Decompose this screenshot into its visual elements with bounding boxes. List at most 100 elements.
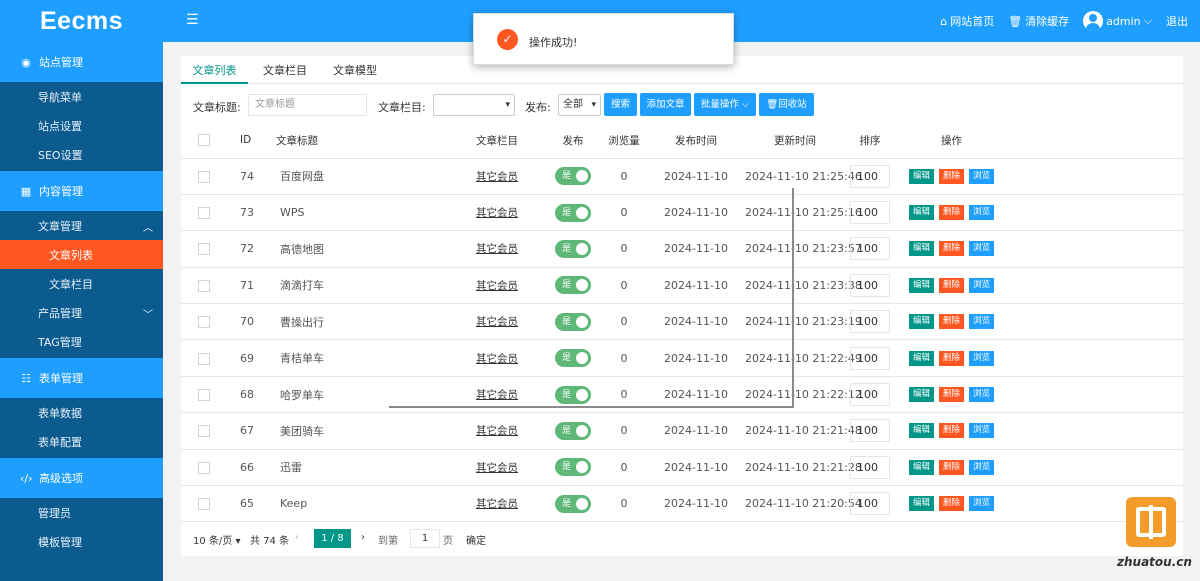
search-button[interactable]: 搜索 bbox=[604, 93, 637, 116]
prev-page-icon[interactable]: ‹ bbox=[295, 532, 299, 543]
row-category-link[interactable]: 其它会员 bbox=[476, 243, 518, 255]
edit-button[interactable]: 编辑 bbox=[909, 277, 935, 293]
col-header-views[interactable]: 浏览量 bbox=[601, 123, 647, 159]
select-all-checkbox[interactable] bbox=[198, 134, 210, 147]
sidebar-item-form-config[interactable]: 表单配置 bbox=[0, 427, 163, 456]
sidebar-item-template-mgmt[interactable]: 模板管理 bbox=[0, 527, 163, 556]
row-checkbox[interactable] bbox=[198, 170, 210, 183]
sort-input[interactable]: 100 bbox=[850, 273, 890, 297]
clear-cache-link[interactable]: 🗑 清除缓存 bbox=[1008, 13, 1069, 29]
sort-input[interactable]: 100 bbox=[850, 310, 890, 334]
view-button[interactable]: 浏览 bbox=[969, 205, 995, 221]
row-checkbox[interactable] bbox=[198, 389, 210, 402]
site-home-link[interactable]: ⌂ 网站首页 bbox=[940, 13, 994, 29]
edit-button[interactable]: 编辑 bbox=[909, 241, 935, 257]
sort-input[interactable]: 100 bbox=[850, 492, 890, 516]
delete-button[interactable]: 删除 bbox=[939, 496, 965, 512]
sidebar-group-site[interactable]: ◉ 站点管理 bbox=[0, 42, 163, 82]
col-header-update-time[interactable]: 更新时间 bbox=[745, 123, 845, 159]
sidebar-item-nav-menu[interactable]: 导航菜单 bbox=[0, 82, 163, 111]
view-button[interactable]: 浏览 bbox=[969, 496, 995, 512]
publish-toggle[interactable]: 是 bbox=[555, 167, 591, 186]
view-button[interactable]: 浏览 bbox=[969, 277, 995, 293]
sort-input[interactable]: 100 bbox=[850, 201, 890, 225]
row-checkbox[interactable] bbox=[198, 498, 210, 511]
delete-button[interactable]: 删除 bbox=[939, 459, 965, 475]
sidebar-item-admin[interactable]: 管理员 bbox=[0, 498, 163, 527]
app-logo[interactable]: Eecms bbox=[0, 0, 163, 42]
row-category-link[interactable]: 其它会员 bbox=[476, 462, 518, 474]
sidebar-group-advanced[interactable]: ‹/› 高级选项 bbox=[0, 458, 163, 498]
delete-button[interactable]: 删除 bbox=[939, 205, 965, 221]
row-checkbox[interactable] bbox=[198, 316, 210, 329]
delete-button[interactable]: 删除 bbox=[939, 350, 965, 366]
sort-input[interactable]: 100 bbox=[850, 383, 890, 407]
category-select[interactable]: ▾ bbox=[433, 94, 515, 116]
tab-article-list[interactable]: 文章列表 bbox=[181, 56, 248, 84]
col-header-sort[interactable]: 排序 bbox=[845, 123, 895, 159]
next-page-icon[interactable]: › bbox=[361, 532, 365, 543]
row-checkbox[interactable] bbox=[198, 243, 210, 256]
col-header-publish[interactable]: 发布 bbox=[545, 123, 601, 159]
publish-toggle[interactable]: 是 bbox=[555, 276, 591, 295]
logout-link[interactable]: 退出 bbox=[1166, 13, 1188, 29]
row-checkbox[interactable] bbox=[198, 279, 210, 292]
publish-toggle[interactable]: 是 bbox=[555, 239, 591, 258]
sidebar-item-site-settings[interactable]: 站点设置 bbox=[0, 111, 163, 140]
menu-fold-icon[interactable]: ☰ bbox=[186, 12, 199, 28]
edit-button[interactable]: 编辑 bbox=[909, 387, 935, 403]
edit-button[interactable]: 编辑 bbox=[909, 459, 935, 475]
sidebar-item-form-data[interactable]: 表单数据 bbox=[0, 398, 163, 427]
title-search-input[interactable]: 文章标题 bbox=[248, 94, 367, 116]
sidebar-item-product-mgmt[interactable]: 产品管理 ﹀ bbox=[0, 298, 163, 327]
sidebar-item-article-mgmt[interactable]: 文章管理 ︿ bbox=[0, 211, 163, 240]
publish-toggle[interactable]: 是 bbox=[555, 349, 591, 368]
view-button[interactable]: 浏览 bbox=[969, 168, 995, 184]
delete-button[interactable]: 删除 bbox=[939, 387, 965, 403]
row-category-link[interactable]: 其它会员 bbox=[476, 389, 518, 401]
row-category-link[interactable]: 其它会员 bbox=[476, 171, 518, 183]
edit-button[interactable]: 编辑 bbox=[909, 168, 935, 184]
row-category-link[interactable]: 其它会员 bbox=[476, 353, 518, 365]
view-button[interactable]: 浏览 bbox=[969, 459, 995, 475]
tab-article-model[interactable]: 文章模型 bbox=[333, 56, 377, 84]
row-checkbox[interactable] bbox=[198, 207, 210, 220]
delete-button[interactable]: 删除 bbox=[939, 277, 965, 293]
sidebar-item-article-category[interactable]: 文章栏目 bbox=[0, 269, 163, 298]
sort-input[interactable]: 100 bbox=[850, 237, 890, 261]
batch-action-button[interactable]: 批量操作 ⌵ bbox=[694, 93, 756, 116]
sort-input[interactable]: 100 bbox=[850, 455, 890, 479]
edit-button[interactable]: 编辑 bbox=[909, 314, 935, 330]
col-header-category[interactable]: 文章栏目 bbox=[429, 123, 545, 159]
publish-toggle[interactable]: 是 bbox=[555, 494, 591, 513]
sidebar-group-content[interactable]: ▦ 内容管理 bbox=[0, 171, 163, 211]
publish-select[interactable]: 全部 ▾ bbox=[558, 94, 601, 116]
view-button[interactable]: 浏览 bbox=[969, 241, 995, 257]
col-header-title[interactable]: 文章标题 bbox=[269, 123, 429, 159]
col-header-pub-time[interactable]: 发布时间 bbox=[647, 123, 745, 159]
sidebar-item-tag-mgmt[interactable]: TAG管理 bbox=[0, 327, 163, 356]
sidebar-item-seo-settings[interactable]: SEO设置 bbox=[0, 140, 163, 169]
delete-button[interactable]: 删除 bbox=[939, 168, 965, 184]
delete-button[interactable]: 删除 bbox=[939, 241, 965, 257]
row-category-link[interactable]: 其它会员 bbox=[476, 498, 518, 510]
delete-button[interactable]: 删除 bbox=[939, 423, 965, 439]
view-button[interactable]: 浏览 bbox=[969, 314, 995, 330]
row-checkbox[interactable] bbox=[198, 461, 210, 474]
row-category-link[interactable]: 其它会员 bbox=[476, 316, 518, 328]
view-button[interactable]: 浏览 bbox=[969, 423, 995, 439]
view-button[interactable]: 浏览 bbox=[969, 350, 995, 366]
publish-toggle[interactable]: 是 bbox=[555, 421, 591, 440]
sort-input[interactable]: 100 bbox=[850, 346, 890, 370]
publish-toggle[interactable]: 是 bbox=[555, 385, 591, 404]
goto-page-input[interactable]: 1 bbox=[410, 529, 440, 548]
edit-button[interactable]: 编辑 bbox=[909, 205, 935, 221]
row-category-link[interactable]: 其它会员 bbox=[476, 280, 518, 292]
sidebar-item-article-list[interactable]: 文章列表 bbox=[0, 240, 163, 269]
goto-confirm-button[interactable]: 确定 bbox=[466, 532, 486, 547]
sidebar-group-form[interactable]: ☷ 表单管理 bbox=[0, 358, 163, 398]
sort-input[interactable]: 100 bbox=[850, 419, 890, 443]
publish-toggle[interactable]: 是 bbox=[555, 203, 591, 222]
view-button[interactable]: 浏览 bbox=[969, 387, 995, 403]
tab-article-category[interactable]: 文章栏目 bbox=[263, 56, 307, 84]
